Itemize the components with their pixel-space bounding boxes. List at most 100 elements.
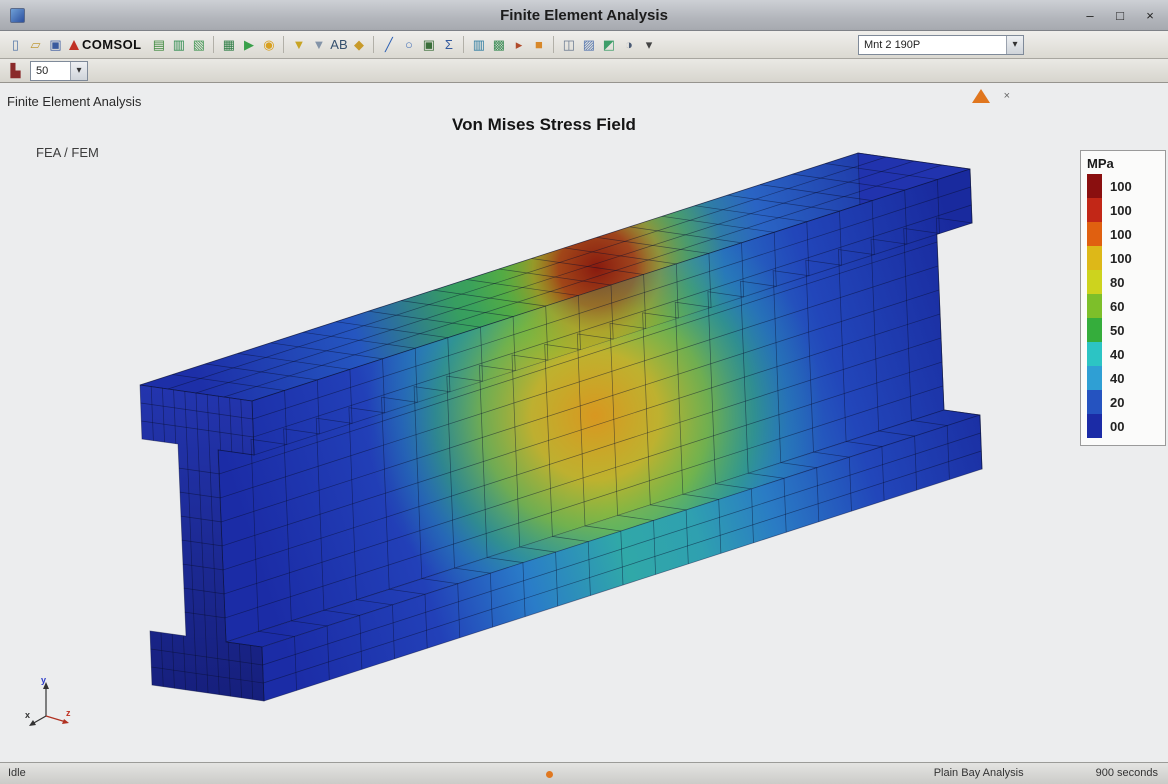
probe-icon[interactable]: ◉ [259,35,278,55]
open-file-icon[interactable]: ▱ [26,35,45,55]
evaluate-icon[interactable]: ▙ [6,61,25,81]
contrast-icon[interactable]: ◑ [619,35,638,55]
axis-y-label: y [41,675,46,685]
maximize-button[interactable]: □ [1112,8,1128,23]
save-file-icon[interactable]: ▣ [46,35,65,55]
color-legend: MPa 100 100 100 100 80 60 50 40 40 20 00 [1080,150,1166,446]
main-toolbar: ▯▱▣ COMSOL ▤▥▧▦▶◉▼▼AB◆╱○▣Σ▥▩▸■◫▨◩◑▾ Mnt … [0,31,1168,59]
legend-color-swatch [1087,174,1102,198]
legend-value-label: 60 [1110,299,1124,314]
zoom-combo[interactable]: 50 ▾ [30,61,88,81]
brand: COMSOL [69,37,141,52]
toolbar-main-group: ▤▥▧▦▶◉▼▼AB◆╱○▣Σ▥▩▸■◫▨◩◑▾ [149,35,658,55]
status-indicator-dot [546,771,553,778]
legend-entry: 100 [1087,222,1159,246]
legend-color-swatch [1087,390,1102,414]
toolbar-separator [463,36,464,53]
legend-color-swatch [1087,294,1102,318]
zoom-extents-icon[interactable]: ▣ [419,35,438,55]
table-icon[interactable]: ▦ [219,35,238,55]
axes-triad: y z x [24,674,74,728]
app-icon [10,8,25,23]
more-dropdown-icon[interactable]: ▾ [639,35,658,55]
color-fill-icon[interactable]: ◆ [349,35,368,55]
legend-entry: 50 [1087,318,1159,342]
toolbar-separator [283,36,284,53]
toolbar-separator [553,36,554,53]
warning-icon[interactable] [972,89,990,103]
draw-line-icon[interactable]: ╱ [379,35,398,55]
status-bar: Idle Plain Bay Analysis 900 seconds [0,762,1168,784]
palette-icon[interactable]: ◩ [599,35,618,55]
legend-value-label: 00 [1110,419,1124,434]
legend-entry: 80 [1087,270,1159,294]
toolbar-file-group: ▯▱▣ [6,35,65,55]
close-icon[interactable]: × [1004,90,1010,102]
zoom-icon[interactable]: ○ [399,35,418,55]
legend-entries: 100 100 100 100 80 60 50 40 40 20 00 [1087,174,1159,438]
legend-color-swatch [1087,318,1102,342]
toolbar2-group: ▙ [6,61,25,81]
graphics-viewport[interactable]: Finite Element Analysis FEA / FEM Von Mi… [0,86,1168,762]
legend-value-label: 40 [1110,371,1124,386]
copy-icon[interactable]: ▥ [169,35,188,55]
comsol-logo-icon [69,40,79,50]
solver-combo[interactable]: Mnt 2 190P ▾ [858,35,1024,55]
legend-value-label: 100 [1110,203,1132,218]
chevron-down-icon[interactable]: ▾ [70,62,87,80]
new-file-icon[interactable]: ▯ [6,35,25,55]
legend-value-label: 50 [1110,323,1124,338]
legend-entry: 100 [1087,246,1159,270]
legend-entry: 60 [1087,294,1159,318]
legend-entry: 40 [1087,366,1159,390]
legend-value-label: 80 [1110,275,1124,290]
print-icon[interactable]: ▤ [149,35,168,55]
legend-entry: 00 [1087,414,1159,438]
secondary-toolbar: ▙ 50 ▾ [0,59,1168,83]
mail-icon[interactable]: ■ [529,35,548,55]
layers-icon[interactable]: ▩ [489,35,508,55]
sum-icon[interactable]: Σ [439,35,458,55]
legend-color-swatch [1087,366,1102,390]
filter-icon[interactable]: ▼ [289,35,308,55]
legend-color-swatch [1087,342,1102,366]
close-button[interactable]: × [1142,8,1158,23]
solver-combo-value: Mnt 2 190P [864,39,920,51]
axis-z-label: z [66,708,71,718]
status-text: Idle [8,767,26,779]
node-icon[interactable]: ◫ [559,35,578,55]
toolbar-separator [213,36,214,53]
axis-x-label: x [25,710,30,720]
status-time-label: 900 seconds [1096,767,1158,779]
legend-entry: 40 [1087,342,1159,366]
chevron-down-icon[interactable]: ▾ [1006,36,1023,54]
minimize-button[interactable]: – [1082,8,1098,23]
toolbar-separator [373,36,374,53]
legend-color-swatch [1087,246,1102,270]
legend-entry: 100 [1087,198,1159,222]
title-bar: Finite Element Analysis – □ × [0,0,1168,31]
play-icon[interactable]: ▸ [509,35,528,55]
report-icon[interactable]: ▥ [469,35,488,55]
run-study-icon[interactable]: ▶ [239,35,258,55]
legend-color-swatch [1087,198,1102,222]
legend-unit-label: MPa [1087,156,1159,171]
paste-icon[interactable]: ▧ [189,35,208,55]
legend-value-label: 100 [1110,251,1132,266]
legend-value-label: 40 [1110,347,1124,362]
model-canvas[interactable] [0,86,1168,762]
legend-value-label: 20 [1110,395,1124,410]
legend-value-label: 100 [1110,227,1132,242]
window-title: Finite Element Analysis [0,7,1168,24]
funnel-icon[interactable]: ▼ [309,35,328,55]
legend-entry: 100 [1087,174,1159,198]
brand-name: COMSOL [82,37,141,52]
legend-color-swatch [1087,222,1102,246]
alert-zone: × [972,89,1010,103]
text-label-icon[interactable]: AB [329,35,348,55]
zoom-combo-value: 50 [36,65,48,77]
legend-color-swatch [1087,414,1102,438]
status-analysis-label: Plain Bay Analysis [934,767,1024,779]
ibeam-model[interactable] [140,153,982,701]
image-icon[interactable]: ▨ [579,35,598,55]
